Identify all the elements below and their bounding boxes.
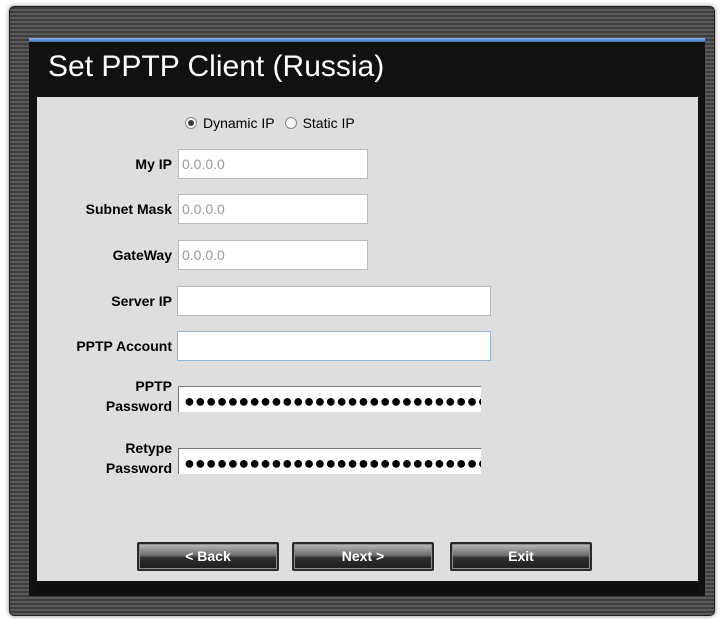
footer-bar (37, 581, 698, 593)
static-ip-radio[interactable] (284, 117, 297, 129)
ip-mode-selector: Dynamic IP Static IP (185, 113, 365, 133)
subnet-mask-label: Subnet Mask (85, 201, 172, 217)
page-title: Set PPTP Client (Russia) (48, 50, 385, 83)
dynamic-ip-radio[interactable] (185, 117, 197, 129)
form-area: Dynamic IP Static IP My IP 0.0.0.0 Subne… (37, 97, 698, 581)
static-ip-label[interactable]: Static IP (303, 115, 355, 131)
pptp-password-label-line2: Password (105, 398, 172, 414)
accent-line (29, 38, 705, 42)
gateway-label: GateWay (112, 247, 172, 263)
retype-password-label: Retype Password (106, 438, 172, 478)
pptp-account-label: PPTP Account (76, 338, 172, 354)
next-button[interactable]: Next > (292, 542, 434, 571)
exit-button[interactable]: Exit (450, 542, 592, 571)
my-ip-input[interactable]: 0.0.0.0 (178, 149, 368, 179)
server-ip-label: Server IP (111, 293, 172, 309)
retype-password-label-line1: Retype (125, 440, 172, 456)
pptp-password-label: PPTP Password (106, 376, 172, 416)
pptp-password-label-line1: PPTP (135, 378, 172, 394)
pptp-account-input[interactable] (177, 331, 491, 361)
subnet-mask-input[interactable]: 0.0.0.0 (178, 194, 368, 224)
back-button[interactable]: < Back (137, 542, 279, 571)
retype-password-label-line2: Password (105, 460, 172, 476)
dialog-panel: Set PPTP Client (Russia) Dynamic IP Stat… (29, 38, 705, 596)
pptp-password-input[interactable]: ●●●●●●●●●●●●●●●●●●●●●●●●●●●● (178, 386, 481, 412)
dynamic-ip-label[interactable]: Dynamic IP (203, 115, 275, 131)
retype-password-input[interactable]: ●●●●●●●●●●●●●●●●●●●●●●●●●●●● (178, 448, 481, 474)
gateway-input[interactable]: 0.0.0.0 (178, 240, 368, 270)
my-ip-label: My IP (135, 156, 172, 172)
server-ip-input[interactable] (177, 286, 491, 316)
